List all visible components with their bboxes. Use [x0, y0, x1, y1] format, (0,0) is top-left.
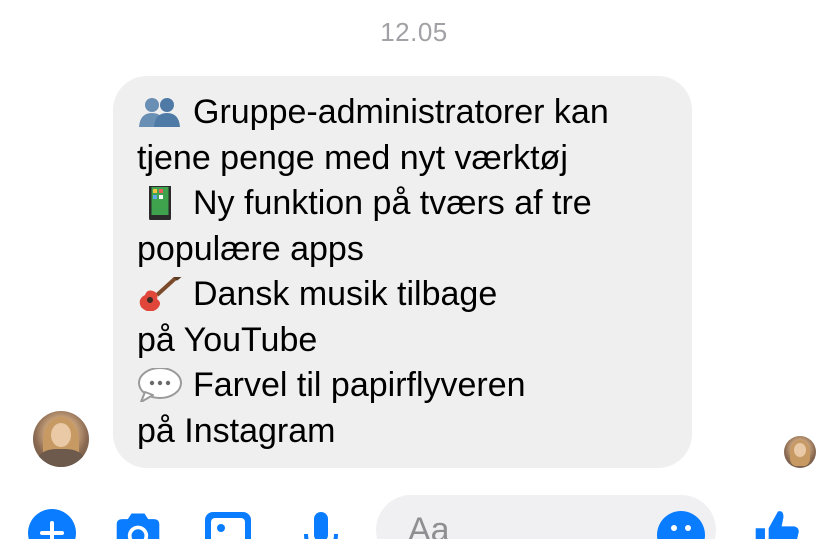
message-text: Gruppe-administratorer kan — [193, 93, 609, 131]
message-text: på Instagram — [137, 411, 336, 450]
phone-icon — [149, 186, 171, 220]
message-timestamp: 12.05 — [380, 17, 448, 47]
message-bubble[interactable]: Gruppe-administratorer kan tjene penge m… — [113, 76, 692, 468]
camera-icon[interactable] — [113, 508, 163, 539]
chat-screen: 12.05 Gruppe-administratorer kan tjene p… — [0, 0, 828, 539]
message-line: populære apps — [137, 227, 672, 273]
message-text: på YouTube — [137, 320, 318, 359]
message-text: tjene penge med nyt værktøj — [137, 138, 568, 177]
sender-avatar[interactable] — [33, 411, 89, 467]
message-line: Dansk musik tilbage — [137, 272, 672, 318]
microphone-icon[interactable] — [296, 510, 346, 539]
emoji-icon[interactable] — [656, 510, 706, 539]
message-text: Dansk musik tilbage — [193, 275, 498, 313]
message-line: på Instagram — [137, 409, 672, 455]
message-line: Ny funktion på tværs af tre — [137, 181, 672, 227]
message-line: Gruppe-administratorer kan — [137, 90, 672, 136]
message-line: tjene penge med nyt værktøj — [137, 136, 672, 182]
message-line: på YouTube — [137, 318, 672, 364]
people-icon — [139, 98, 180, 127]
speech-bubble-icon — [138, 368, 182, 402]
message-text: populære apps — [137, 229, 364, 268]
message-text: Ny funktion på tværs af tre — [193, 184, 592, 222]
plus-icon[interactable] — [27, 508, 77, 539]
message-line: Farvel til papirflyveren — [137, 363, 672, 409]
guitar-icon — [139, 277, 183, 311]
message-text: Farvel til papirflyveren — [193, 366, 526, 404]
message-input[interactable] — [406, 509, 650, 539]
photo-icon[interactable] — [203, 510, 253, 539]
thumbs-up-icon[interactable] — [752, 506, 802, 539]
read-receipt-avatar — [784, 436, 816, 468]
